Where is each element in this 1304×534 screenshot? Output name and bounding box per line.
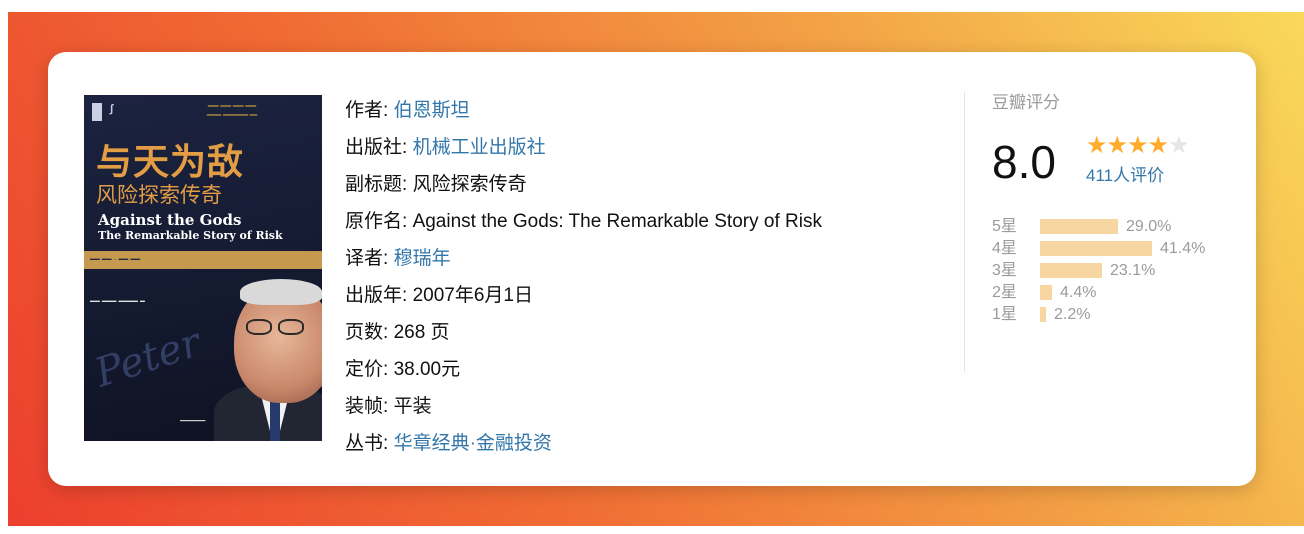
detail-label: 原作名: xyxy=(345,211,413,232)
section-divider xyxy=(964,92,965,372)
detail-label: 出版年: xyxy=(345,285,413,306)
detail-value: 风险探索传奇 xyxy=(412,174,527,195)
book-cover-image[interactable]: ∫ ━━━ ━━━ ━━━ ━━━ ━━━━ ━━━━━━━ ━━ 与天为敌 风险… xyxy=(84,95,322,441)
detail-value: Against the Gods: The Remarkable Story o… xyxy=(412,211,822,232)
distribution-percent: 29.0% xyxy=(1126,218,1172,235)
detail-label: 定价: xyxy=(345,359,394,380)
distribution-row: 3星 23.1% xyxy=(992,260,1242,282)
distribution-bar xyxy=(1040,263,1102,278)
detail-label: 出版社: xyxy=(345,137,413,158)
distribution-label: 1星 xyxy=(992,306,1017,323)
rating-count-link[interactable]: 411人评价 xyxy=(1086,164,1164,188)
star-icon: ★ xyxy=(1127,132,1148,159)
detail-translator: 译者: 穆瑞年 xyxy=(345,240,965,277)
detail-original-title: 原作名: Against the Gods: The Remarkable St… xyxy=(345,203,965,240)
detail-label: 页数: xyxy=(345,322,394,343)
distribution-bar xyxy=(1040,219,1118,234)
distribution-label: 5星 xyxy=(992,218,1017,235)
cover-title-en: Against the Gods xyxy=(98,211,242,229)
detail-publisher: 出版社: 机械工业出版社 xyxy=(345,129,965,166)
cover-title-cn: 与天为敌 xyxy=(96,141,245,183)
detail-value: 268 页 xyxy=(393,322,450,343)
detail-series: 丛书: 华章经典·金融投资 xyxy=(345,425,965,462)
detail-value: 38.00元 xyxy=(393,359,461,380)
rating-score: 8.0 xyxy=(992,136,1056,188)
cover-publisher-mark: ━━━━━━ xyxy=(180,418,206,425)
detail-publish-date: 出版年: 2007年6月1日 xyxy=(345,277,965,314)
glasses-icon xyxy=(244,319,308,335)
detail-value: 平装 xyxy=(393,396,432,417)
portrait-tie xyxy=(270,397,280,441)
rating-stars: ★★★★★ xyxy=(1086,132,1190,160)
rating-title: 豆瓣评分 xyxy=(992,93,1060,112)
detail-label: 作者: xyxy=(345,100,394,121)
cover-band: ━━ ━━ · ━━ ━━ xyxy=(84,251,322,269)
star-icon: ★ xyxy=(1147,132,1169,159)
star-icon: ★ xyxy=(1086,132,1107,159)
rating-panel: 豆瓣评分 8.0 ★★★★★ 411人评价 5星 29.0% 4星 41.4% … xyxy=(992,90,1242,323)
cover-author-line: ━━ ━━━ ━━━━ ━ xyxy=(90,297,145,306)
detail-label: 译者: xyxy=(345,248,394,269)
cover-subtitle-cn: 风险探索传奇 xyxy=(96,184,222,207)
detail-author: 作者: 伯恩斯坦 xyxy=(345,92,965,129)
book-details: 作者: 伯恩斯坦 出版社: 机械工业出版社 副标题: 风险探索传奇 原作名: A… xyxy=(345,92,965,462)
star-empty-icon: ★ xyxy=(1168,132,1189,159)
detail-binding: 装帧: 平装 xyxy=(345,388,965,425)
distribution-row: 2星 4.4% xyxy=(992,282,1242,304)
star-icon: ★ xyxy=(1106,132,1128,159)
cover-blurb-decoration: ━━━ ━━━ ━━━ ━━━ ━━━━ ━━━━━━━ ━━ xyxy=(206,104,258,119)
distribution-percent: 4.4% xyxy=(1060,284,1097,301)
distribution-row: 5星 29.0% xyxy=(992,216,1242,238)
distribution-label: 4星 xyxy=(992,240,1017,257)
author-link[interactable]: 伯恩斯坦 xyxy=(394,100,470,121)
detail-price: 定价: 38.00元 xyxy=(345,351,965,388)
publisher-logo-icon xyxy=(92,103,102,121)
detail-label: 副标题: xyxy=(345,174,413,195)
detail-subtitle: 副标题: 风险探索传奇 xyxy=(345,166,965,203)
distribution-bar xyxy=(1040,241,1152,256)
distribution-row: 4星 41.4% xyxy=(992,238,1242,260)
distribution-label: 3星 xyxy=(992,262,1017,279)
detail-pages: 页数: 268 页 xyxy=(345,314,965,351)
cover-signature-decoration: Peter xyxy=(89,319,207,397)
detail-label: 丛书: xyxy=(345,433,394,454)
distribution-bar xyxy=(1040,285,1052,300)
detail-label: 装帧: xyxy=(345,396,394,417)
distribution-row: 1星 2.2% xyxy=(992,304,1242,326)
portrait-hair xyxy=(240,279,322,305)
distribution-percent: 23.1% xyxy=(1110,262,1156,279)
distribution-label: 2星 xyxy=(992,284,1017,301)
book-card: ∫ ━━━ ━━━ ━━━ ━━━ ━━━━ ━━━━━━━ ━━ 与天为敌 风险… xyxy=(48,52,1256,486)
distribution-bar xyxy=(1040,307,1046,322)
cover-subtitle-en: The Remarkable Story of Risk xyxy=(98,229,283,242)
detail-value: 2007年6月1日 xyxy=(412,285,533,306)
rating-distribution: 5星 29.0% 4星 41.4% 3星 23.1% 2星 4.4% 1星 2.… xyxy=(992,216,1242,326)
distribution-percent: 41.4% xyxy=(1160,240,1206,257)
translator-link[interactable]: 穆瑞年 xyxy=(394,248,451,269)
publisher-mark-icon: ∫ xyxy=(110,103,114,115)
series-link[interactable]: 华章经典·金融投资 xyxy=(394,433,552,454)
publisher-link[interactable]: 机械工业出版社 xyxy=(413,137,546,158)
distribution-percent: 2.2% xyxy=(1054,306,1091,323)
